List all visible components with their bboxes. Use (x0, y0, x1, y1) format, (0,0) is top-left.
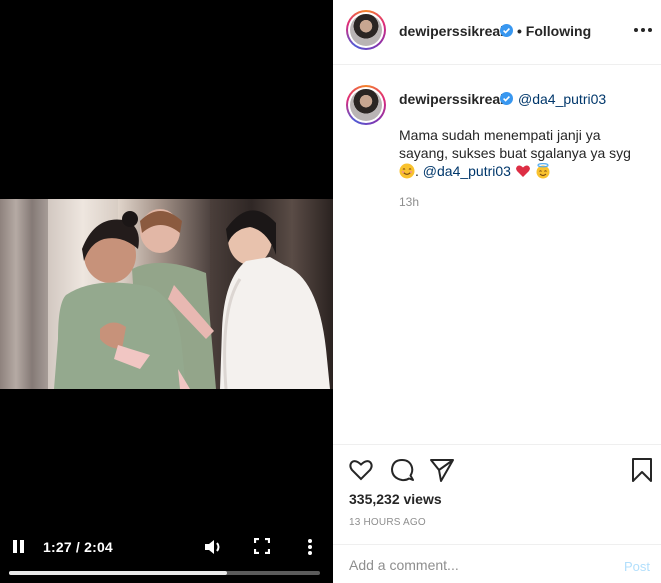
smiling-face-emoji-icon (399, 163, 415, 179)
view-count[interactable]: 335,232 views (349, 491, 442, 507)
more-vertical-icon[interactable] (302, 538, 318, 556)
header-username[interactable]: dewiperssikreal (399, 23, 504, 39)
video-timecode: 1:27 / 2:04 (43, 539, 113, 555)
smiling-face-with-halo-emoji-icon (536, 163, 550, 179)
caption-body: Mama sudah menempati janji ya sayang, su… (399, 127, 631, 161)
video-player[interactable]: 1:27 / 2:04 (0, 0, 333, 583)
bookmark-icon[interactable] (629, 457, 655, 483)
caption-avatar[interactable] (346, 85, 386, 125)
caption-username[interactable]: dewiperssikreal (399, 91, 504, 107)
post-side-panel: dewiperssikreal • Following dewiperssikr… (333, 0, 661, 583)
red-heart-emoji-icon (515, 165, 530, 177)
post-actions: 335,232 views 13 HOURS AGO (333, 444, 661, 544)
follow-label: Following (525, 23, 592, 39)
separator-dot: • (517, 23, 522, 39)
share-icon[interactable] (429, 457, 455, 483)
video-progress-bar[interactable] (9, 571, 320, 575)
more-options-icon[interactable] (634, 27, 652, 33)
verified-badge-icon (500, 92, 513, 105)
caption-mention-link-second[interactable]: @da4_putri03 (423, 163, 511, 179)
caption-mention-link[interactable]: @da4_putri03 (518, 91, 606, 107)
comment-input[interactable] (349, 555, 599, 575)
fullscreen-icon[interactable] (253, 537, 271, 555)
comment-icon[interactable] (389, 457, 415, 483)
comment-bar: Post (333, 544, 661, 583)
video-frame[interactable] (0, 199, 333, 389)
volume-icon[interactable] (204, 538, 224, 556)
verified-badge-icon (500, 24, 513, 37)
follow-status-button[interactable]: • Following (517, 23, 591, 39)
post-comment-button[interactable]: Post (624, 559, 650, 574)
post-header: dewiperssikreal • Following (333, 0, 661, 65)
avatar[interactable] (346, 10, 386, 50)
video-controls: 1:27 / 2:04 (0, 528, 333, 583)
pause-icon[interactable] (12, 540, 26, 554)
caption-text: Mama sudah menempati janji ya sayang, su… (399, 127, 631, 179)
caption-age: 13h (399, 195, 420, 209)
people-illustration (54, 209, 330, 389)
heart-icon[interactable] (348, 457, 374, 483)
video-progress-fill (9, 571, 227, 575)
post-timestamp: 13 HOURS AGO (349, 517, 426, 528)
